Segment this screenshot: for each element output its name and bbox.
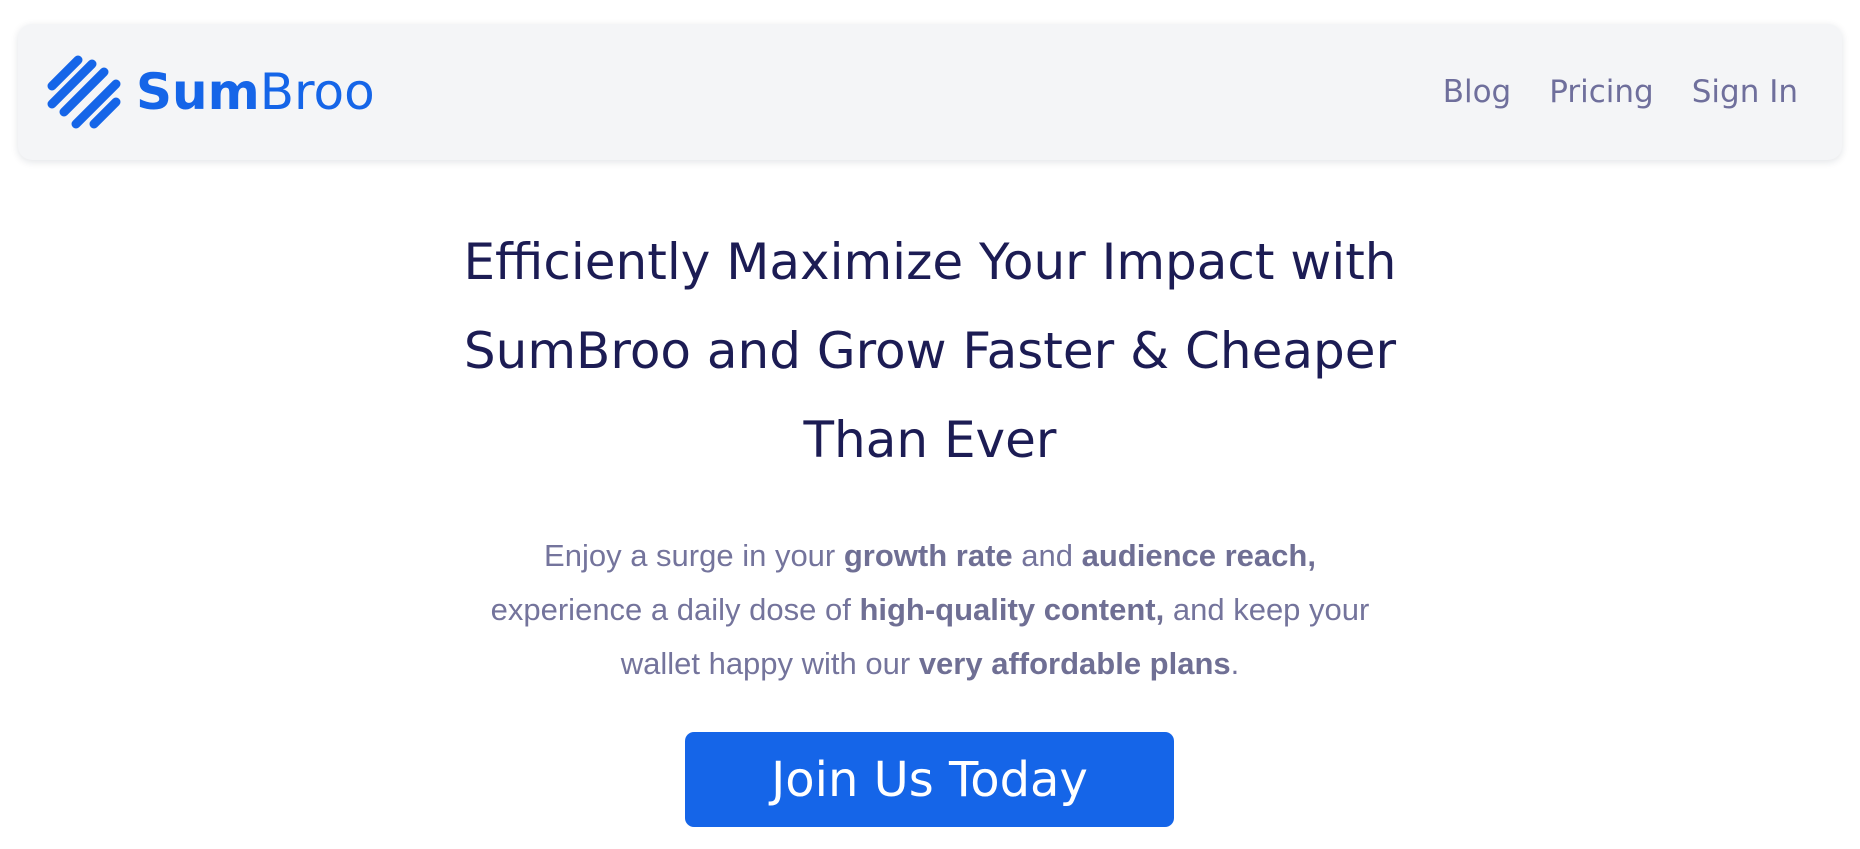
nav-link-pricing[interactable]: Pricing [1549,74,1654,110]
hero-title-line-3: Than Ever [803,411,1057,469]
subtitle-text: and [1012,538,1082,573]
nav-link-blog[interactable]: Blog [1443,74,1512,110]
nav-links: Blog Pricing Sign In [1443,24,1798,160]
nav-link-sign-in[interactable]: Sign In [1692,74,1798,110]
brand-name: SumBroo [136,54,375,130]
navbar: SumBroo Blog Pricing Sign In [18,24,1842,160]
hero-title-line-1: Efficiently Maximize Your Impact with [463,233,1397,291]
subtitle-text: Enjoy a surge in your [544,538,844,573]
subtitle-text: experience a daily dose of [490,592,860,627]
subtitle-highlight-content: high-quality content, [859,592,1165,627]
brand-logo[interactable]: SumBroo [46,54,375,130]
subtitle-text: . [1230,646,1240,681]
subtitle-highlight-growth-rate: growth rate [843,538,1013,573]
hero-title-line-2: SumBroo and Grow Faster & Cheaper [463,322,1397,380]
hero-title: Efficiently Maximize Your Impact with Sum… [360,218,1500,485]
hero-subtitle: Enjoy a surge in your growth rate and au… [470,529,1390,691]
diagonal-stripes-logo-icon [47,55,121,129]
join-us-today-button[interactable]: Join Us Today [685,732,1174,827]
subtitle-highlight-audience-reach: audience reach, [1081,538,1316,573]
subtitle-highlight-plans: very affordable plans [918,646,1231,681]
brand-name-bold: Sum [136,63,260,121]
brand-name-regular: Broo [259,63,375,121]
